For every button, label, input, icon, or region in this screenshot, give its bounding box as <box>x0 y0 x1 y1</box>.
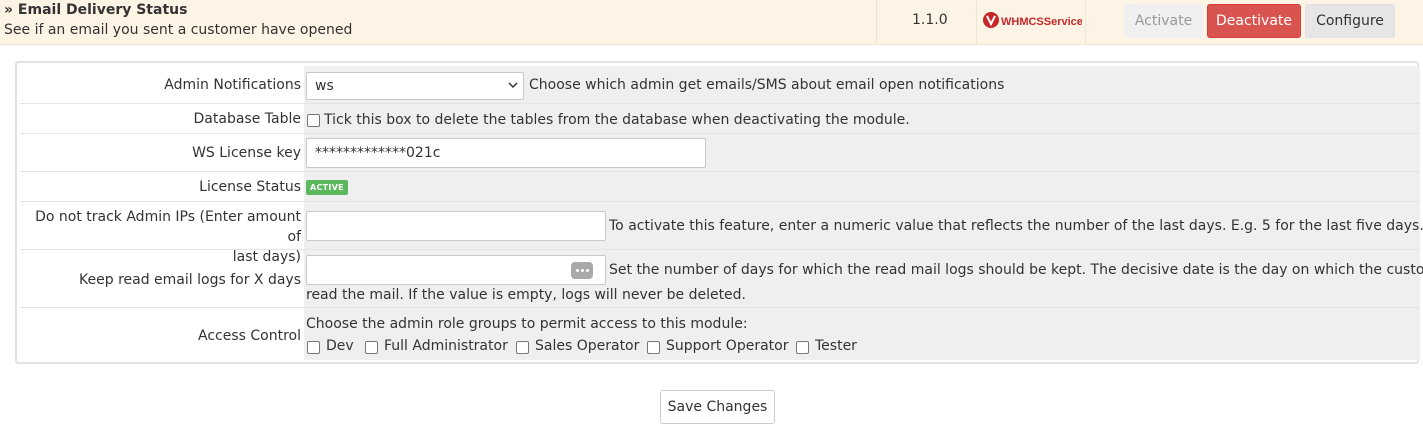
admin-notifications-value: ws <box>315 78 334 94</box>
module-version: 1.1.0 <box>912 12 948 28</box>
access-control-help: Choose the admin role groups to permit a… <box>306 316 748 332</box>
database-table-checkbox[interactable] <box>307 114 320 127</box>
keep-logs-label: Keep read email logs for X days <box>20 272 302 288</box>
keep-logs-help-line2: read the mail. If the value is empty, lo… <box>306 287 747 303</box>
role-checkbox-full-administrator[interactable] <box>365 341 378 354</box>
divider <box>876 0 877 44</box>
password-manager-icon[interactable] <box>571 262 593 279</box>
logo-text: WHMCSServices <box>1001 16 1082 28</box>
license-key-input[interactable]: *************021c <box>306 138 706 168</box>
admin-notifications-select[interactable]: ws <box>306 72 524 100</box>
license-status-badge: ACTIVE <box>306 180 348 195</box>
setting-row-license-status: License Status ACTIVE <box>20 172 1420 202</box>
license-status-label: License Status <box>20 179 302 195</box>
admin-notifications-help: Choose which admin get emails/SMS about … <box>529 77 1005 93</box>
database-table-help: Tick this box to delete the tables from … <box>324 112 910 128</box>
role-checkbox-tester[interactable] <box>796 341 809 354</box>
module-title: » Email Delivery Status <box>4 2 188 18</box>
save-changes-button[interactable]: Save Changes <box>660 390 775 424</box>
license-key-label: WS License key <box>20 145 302 161</box>
role-label-full-administrator: Full Administrator <box>384 338 508 354</box>
chevron-down-icon <box>508 82 518 89</box>
setting-row-track-admin-ips: Do not track Admin IPs (Enter amount of … <box>20 202 1423 267</box>
track-admin-ips-help: To activate this feature, enter a numeri… <box>609 218 1423 234</box>
keep-logs-help-line1: Set the number of days for which the rea… <box>609 262 1423 278</box>
setting-row-keep-logs: Keep read email logs for X days Set the … <box>20 250 1423 308</box>
divider <box>1085 0 1086 44</box>
role-checkbox-dev[interactable] <box>307 341 320 354</box>
module-header: » Email Delivery Status See if an email … <box>0 0 1423 45</box>
configure-button[interactable]: Configure <box>1305 4 1395 38</box>
role-checkbox-support-operator[interactable] <box>647 341 660 354</box>
divider <box>976 0 977 44</box>
module-description: See if an email you sent a customer have… <box>4 22 353 38</box>
deactivate-button[interactable]: Deactivate <box>1207 4 1301 38</box>
setting-row-access-control: Access Control Choose the admin role gro… <box>20 308 1420 360</box>
module-settings-panel: Admin Notifications ws Choose which admi… <box>15 61 1423 364</box>
role-label-dev: Dev <box>326 338 354 354</box>
setting-row-admin-notifications: Admin Notifications ws Choose which admi… <box>20 66 1420 104</box>
setting-row-database-table: Database Table Tick this box to delete t… <box>20 104 1420 134</box>
access-control-label: Access Control <box>20 328 302 344</box>
activate-button[interactable]: Activate <box>1124 4 1203 38</box>
role-label-sales-operator: Sales Operator <box>535 338 640 354</box>
whmcsservices-logo: WHMCSServices <box>983 12 1082 28</box>
license-key-value: *************021c <box>315 145 441 161</box>
role-label-support-operator: Support Operator <box>666 338 789 354</box>
database-table-label: Database Table <box>20 111 302 127</box>
track-admin-ips-input[interactable] <box>306 211 606 241</box>
setting-row-license-key: WS License key *************021c <box>20 134 1420 172</box>
role-label-tester: Tester <box>815 338 857 354</box>
role-checkbox-sales-operator[interactable] <box>516 341 529 354</box>
admin-notifications-label: Admin Notifications <box>20 77 302 93</box>
keep-logs-input[interactable] <box>306 255 606 285</box>
